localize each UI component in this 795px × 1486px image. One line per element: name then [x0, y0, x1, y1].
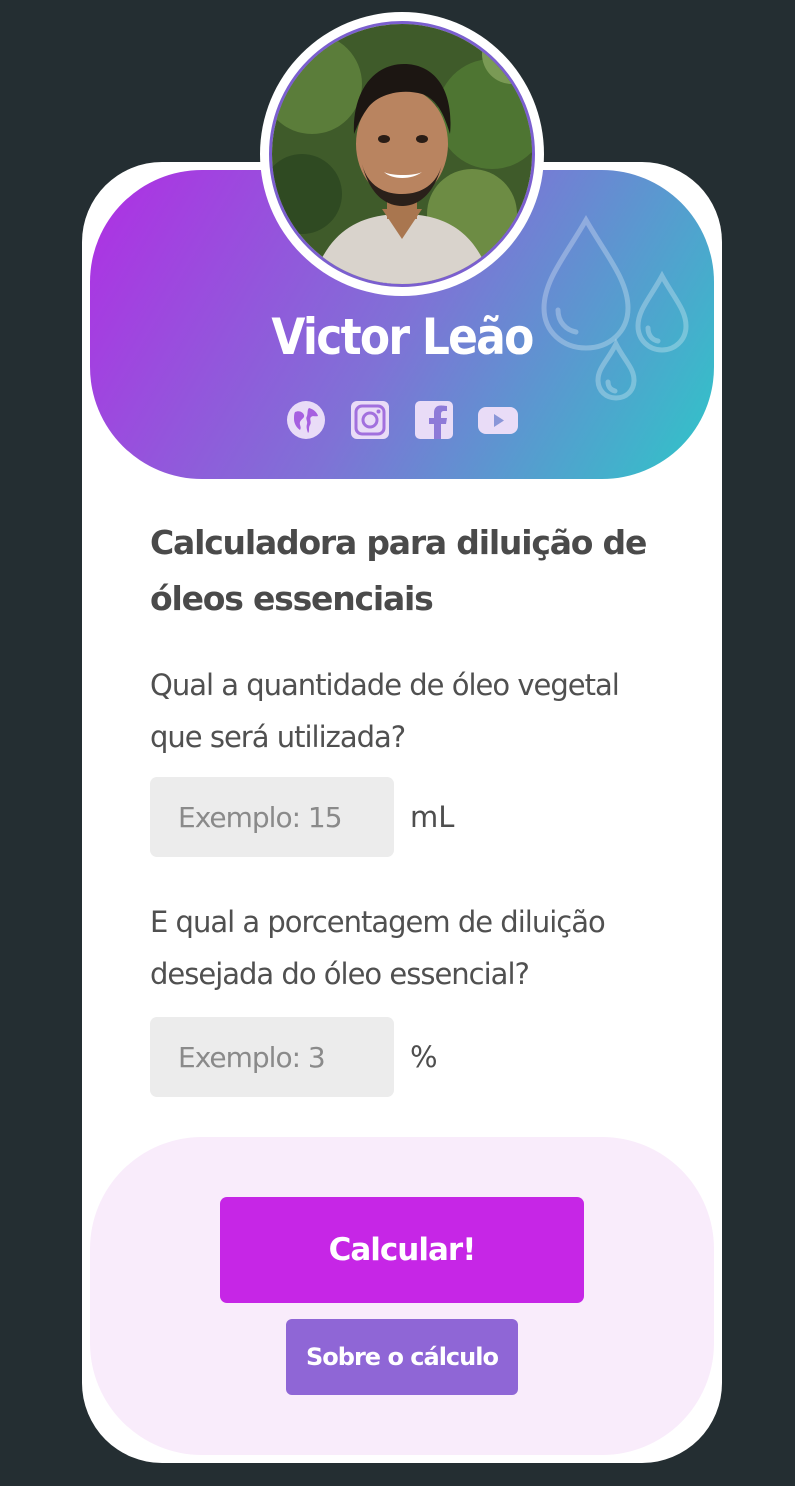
- instagram-link[interactable]: [348, 398, 392, 442]
- avatar-photo: [272, 24, 532, 284]
- profile-name: Victor Leão: [271, 308, 534, 366]
- oil-unit-label: mL: [410, 800, 455, 834]
- oil-quantity-input[interactable]: [150, 777, 394, 857]
- calculate-button[interactable]: Calcular!: [220, 1197, 584, 1303]
- dilution-percent-row: %: [150, 1017, 438, 1097]
- avatar-frame: [260, 12, 544, 296]
- calculator-title: Calculadora para diluição de óleos essen…: [150, 523, 647, 618]
- oil-quantity-question: Qual a quantidade de óleo vegetal que se…: [150, 668, 620, 754]
- actions-panel: Calcular! Sobre o cálculo: [90, 1137, 714, 1455]
- instagram-icon: [351, 401, 389, 439]
- website-link[interactable]: [284, 398, 328, 442]
- oil-quantity-row: mL: [150, 777, 454, 857]
- percent-unit-label: %: [410, 1040, 438, 1074]
- profile-card: Victor Leão Calculadora para diluição de…: [82, 162, 722, 1463]
- youtube-icon: [478, 407, 518, 434]
- avatar: [269, 21, 535, 287]
- about-calculation-button[interactable]: Sobre o cálculo: [286, 1319, 518, 1395]
- facebook-link[interactable]: [412, 398, 456, 442]
- globe-icon: [287, 401, 325, 439]
- facebook-icon: [415, 401, 453, 439]
- dilution-percent-input[interactable]: [150, 1017, 394, 1097]
- social-links: [90, 398, 714, 442]
- calculator-form: Calculadora para diluição de óleos essen…: [150, 515, 650, 1097]
- youtube-link[interactable]: [476, 398, 520, 442]
- dilution-percent-question: E qual a porcentagem de diluição desejad…: [150, 905, 606, 991]
